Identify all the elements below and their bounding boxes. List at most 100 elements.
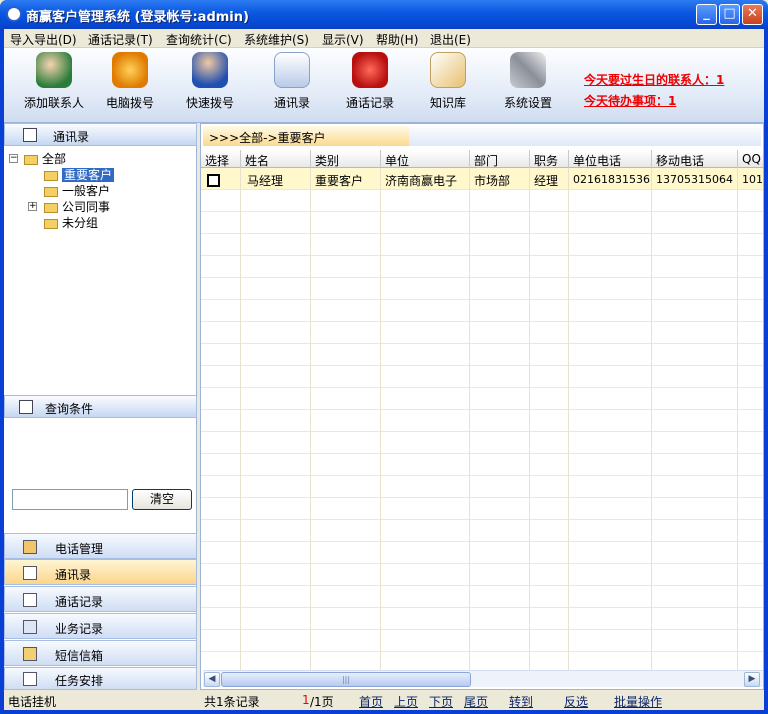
tree-node-all[interactable]: 全部 — [24, 150, 66, 166]
empty-cell — [530, 586, 569, 608]
folder-icon — [44, 218, 58, 229]
invert-selection-link[interactable]: 反选 — [564, 693, 588, 710]
empty-row — [201, 432, 763, 454]
empty-cell — [652, 498, 738, 520]
first-page-link[interactable]: 首页 — [359, 693, 383, 710]
nav-business-records[interactable]: 业务记录 — [4, 613, 197, 639]
batch-operation-link[interactable]: 批量操作 — [614, 693, 662, 710]
menu-call-records[interactable]: 通话记录(T) — [88, 31, 153, 48]
empty-cell — [530, 190, 569, 212]
empty-cell — [530, 410, 569, 432]
empty-cell — [311, 652, 381, 670]
empty-row — [201, 322, 763, 344]
scroll-right-icon[interactable]: ▶ — [744, 672, 760, 687]
empty-cell — [381, 432, 470, 454]
empty-cell — [201, 190, 241, 212]
empty-cell — [381, 322, 470, 344]
menu-view[interactable]: 显示(V) — [322, 31, 364, 48]
tree-node-general[interactable]: 一般客户 — [44, 182, 110, 198]
empty-cell — [311, 498, 381, 520]
search-doc-icon — [19, 400, 33, 414]
grid-header: 选择 姓名 类别 单位 部门 职务 单位电话 移动电话 QQ — [201, 150, 763, 168]
empty-cell — [241, 608, 311, 630]
expand-icon[interactable]: + — [28, 202, 37, 211]
clear-button[interactable]: 清空 — [132, 489, 192, 510]
menu-exit[interactable]: 退出(E) — [430, 31, 471, 48]
tree-node-important[interactable]: 重要客户 — [44, 166, 115, 182]
nav-sms-inbox[interactable]: 短信信箱 — [4, 640, 197, 666]
menu-query-stats[interactable]: 查询统计(C) — [166, 31, 232, 48]
title-bar[interactable]: 商赢客户管理系统 (登录帐号:admin) _ □ ✕ — [0, 0, 768, 29]
scroll-thumb[interactable]: ||| — [221, 672, 471, 687]
empty-cell — [311, 278, 381, 300]
tree-node-colleagues[interactable]: 公司同事 — [44, 198, 110, 214]
empty-cell — [311, 366, 381, 388]
next-page-link[interactable]: 下页 — [429, 693, 453, 710]
call-log-button[interactable]: 通话记录 — [340, 52, 400, 111]
system-settings-button[interactable]: 系统设置 — [498, 52, 558, 111]
table-row[interactable]: 马经理 重要客户 济南商赢电子 市场部 经理 02161831536 13705… — [201, 168, 763, 190]
row-select-cell[interactable] — [201, 168, 241, 190]
col-header-qq[interactable]: QQ — [738, 150, 763, 168]
last-page-link[interactable]: 尾页 — [464, 693, 488, 710]
maximize-button[interactable]: □ — [719, 4, 740, 25]
todo-notice-link[interactable]: 今天待办事项：1 — [584, 92, 676, 109]
empty-cell — [530, 476, 569, 498]
pc-dial-button[interactable]: 电脑拨号 — [100, 52, 160, 111]
empty-cell — [738, 344, 763, 366]
scroll-left-icon[interactable]: ◀ — [204, 672, 220, 687]
menu-system-maintenance[interactable]: 系统维护(S) — [244, 31, 309, 48]
empty-cell — [652, 432, 738, 454]
empty-cell — [530, 322, 569, 344]
nav-address-book[interactable]: 通讯录 — [4, 559, 197, 585]
query-input[interactable] — [12, 489, 128, 510]
empty-cell — [470, 256, 530, 278]
collapse-icon[interactable]: − — [9, 154, 18, 163]
empty-cell — [470, 212, 530, 234]
left-pane: 通讯录 − 全部 重要客户 一般客户 + 公司同事 未分组 查询条件 清空 电话… — [4, 123, 197, 690]
empty-cell — [201, 278, 241, 300]
empty-cell — [381, 366, 470, 388]
empty-row — [201, 630, 763, 652]
goto-page-link[interactable]: 转到 — [509, 693, 533, 710]
empty-cell — [569, 608, 652, 630]
col-header-name[interactable]: 姓名 — [241, 150, 311, 168]
row-checkbox[interactable] — [207, 174, 220, 187]
query-panel-header[interactable]: 查询条件 — [4, 395, 197, 418]
empty-cell — [201, 344, 241, 366]
menu-import-export[interactable]: 导入导出(D) — [10, 31, 77, 48]
address-book-button[interactable]: 通讯录 — [264, 52, 320, 111]
birthday-notice-link[interactable]: 今天要过生日的联系人：1 — [584, 71, 724, 88]
col-header-select[interactable]: 选择 — [201, 150, 241, 168]
tree-node-ungrouped[interactable]: 未分组 — [44, 214, 98, 230]
close-button[interactable]: ✕ — [742, 4, 763, 25]
minimize-button[interactable]: _ — [696, 4, 717, 25]
col-header-company[interactable]: 单位 — [381, 150, 470, 168]
col-header-work-phone[interactable]: 单位电话 — [569, 150, 652, 168]
nav-phone-management[interactable]: 电话管理 — [4, 533, 197, 559]
empty-cell — [311, 190, 381, 212]
empty-cell — [569, 498, 652, 520]
phone-dial-icon — [112, 52, 148, 88]
col-header-category[interactable]: 类别 — [311, 150, 381, 168]
empty-cell — [381, 542, 470, 564]
empty-row — [201, 278, 763, 300]
nav-task-schedule[interactable]: 任务安排 — [4, 667, 197, 690]
empty-cell — [530, 432, 569, 454]
knowledge-base-button[interactable]: 知识库 — [422, 52, 474, 111]
call-record-icon — [23, 593, 37, 607]
address-book-panel-header[interactable]: 通讯录 — [4, 123, 197, 146]
empty-row — [201, 234, 763, 256]
col-header-mobile[interactable]: 移动电话 — [652, 150, 738, 168]
prev-page-link[interactable]: 上页 — [394, 693, 418, 710]
col-header-title[interactable]: 职务 — [530, 150, 569, 168]
folder-icon — [44, 202, 58, 213]
col-header-dept[interactable]: 部门 — [470, 150, 530, 168]
empty-cell — [470, 652, 530, 670]
empty-cell — [569, 652, 652, 670]
quick-dial-button[interactable]: 快速拨号 — [180, 52, 240, 111]
horizontal-scrollbar[interactable]: ◀ ||| ▶ — [203, 670, 763, 687]
menu-help[interactable]: 帮助(H) — [376, 31, 418, 48]
add-contact-button[interactable]: 添加联系人 — [22, 52, 86, 111]
nav-call-records[interactable]: 通话记录 — [4, 586, 197, 612]
